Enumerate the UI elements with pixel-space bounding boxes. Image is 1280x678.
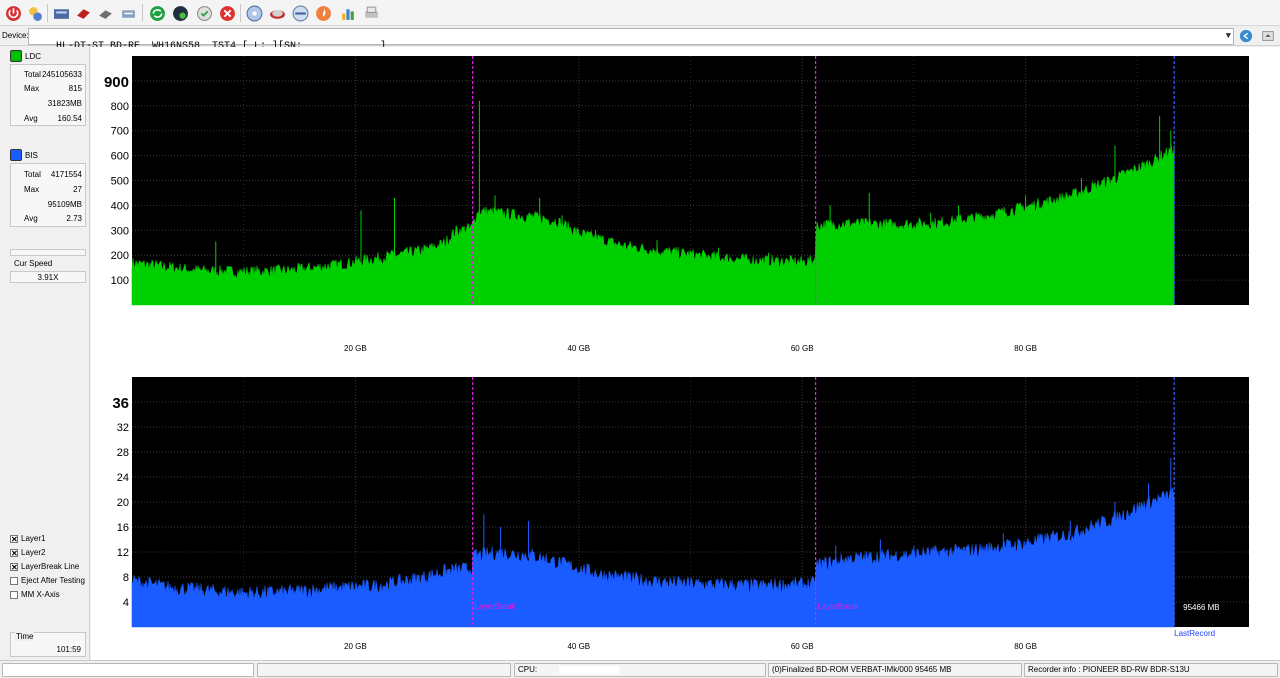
y-tick-label: 900 xyxy=(104,74,129,91)
power-icon[interactable] xyxy=(3,3,23,23)
x-tick-label: 20 GB xyxy=(344,642,367,651)
disc-icon[interactable] xyxy=(244,3,264,23)
print-icon[interactable] xyxy=(361,3,381,23)
left-panel: LDC Total 245105633 Max 815 31823MB Avg 160… xyxy=(0,47,90,660)
cpu-label: CPU: xyxy=(518,665,538,674)
y-tick-label: 32 xyxy=(117,422,129,434)
x-tick-label: 40 GB xyxy=(567,642,590,651)
settings-icon[interactable] xyxy=(25,3,45,23)
bis-legend: BIS xyxy=(10,149,38,161)
layer1-checkbox[interactable]: ✕ Layer1 xyxy=(10,534,45,543)
y-tick-label: 600 xyxy=(111,151,129,163)
y-tick-label: 700 xyxy=(111,126,129,138)
y-tick-label: 24 xyxy=(117,472,129,484)
globe-icon[interactable] xyxy=(170,3,190,23)
status-message xyxy=(2,663,254,677)
erase-icon[interactable] xyxy=(73,3,93,23)
mm-x-axis-checkbox[interactable]: MM X-Axis xyxy=(10,590,60,599)
charts-area: 100 200 300 400 500 600 700 800 900 20 GB 40 GB 60 … xyxy=(91,47,1280,660)
drive-icon[interactable] xyxy=(51,3,71,23)
chevron-down-icon: ▼ xyxy=(1225,31,1231,41)
time-box: Time 101:59 xyxy=(10,632,86,657)
layer-break-label: LayerBreak xyxy=(818,602,860,611)
ldc-legend: LDC xyxy=(10,50,41,62)
disc-info: (0)Finalized BD-ROM VERBAT-IMk/000 95465… xyxy=(768,663,1022,677)
stat-row: Avg 2.73 xyxy=(24,214,82,223)
recorder-info: Recorder info : PIONEER BD-RW BDR-S13U xyxy=(1024,663,1278,677)
x-tick-label: 80 GB xyxy=(1014,642,1037,651)
y-tick-label: 16 xyxy=(117,522,129,534)
charts-svg: 100 200 300 400 500 600 700 800 900 20 GB 40 GB 60 … xyxy=(104,56,1249,651)
stop-icon[interactable] xyxy=(217,3,237,23)
x-tick-label: 80 GB xyxy=(1014,344,1037,353)
device-bar: Device: HL-DT-ST BD-RE WH16NS58 TST4 [ L… xyxy=(0,27,1280,52)
y-tick-label: 36 xyxy=(112,395,129,412)
eject-icon[interactable] xyxy=(1260,28,1276,44)
burn-icon[interactable] xyxy=(95,3,115,23)
y-tick-label: 12 xyxy=(117,547,129,559)
transfer-icon[interactable] xyxy=(118,3,138,23)
ldc-label: LDC xyxy=(25,51,42,61)
ldc-swatch xyxy=(10,50,22,62)
y-tick-label: 300 xyxy=(111,225,129,237)
x-tick-label: 20 GB xyxy=(344,344,367,353)
status-bar: CPU: (0)Finalized BD-ROM VERBAT-IMk/000 … xyxy=(0,660,1280,678)
stat-row: Max 27 xyxy=(24,185,82,194)
y-tick-label: 28 xyxy=(117,447,129,459)
progress-bar xyxy=(10,249,86,256)
y-tick-label: 800 xyxy=(111,101,129,113)
device-select[interactable]: HL-DT-ST BD-RE WH16NS58 TST4 [ L: ][SN: … xyxy=(28,28,1234,52)
x-tick-label: 40 GB xyxy=(567,344,590,353)
checkbox-box: ✕ xyxy=(10,562,18,572)
y-tick-label: 100 xyxy=(111,275,129,287)
stat-row: Total 245105633 xyxy=(24,70,82,79)
layer-break-label: LayerBreak xyxy=(475,602,517,611)
checkbox-box xyxy=(10,590,18,599)
stat-row: Total 4171554 xyxy=(24,170,82,179)
status-progress xyxy=(257,663,511,677)
x-tick-label: 60 GB xyxy=(791,344,814,353)
disc-check-icon[interactable] xyxy=(194,3,214,23)
ldc-stats: Total 245105633 Max 815 31823MB Avg 160.54 xyxy=(10,64,86,126)
disc-scan-icon[interactable] xyxy=(267,3,287,23)
bis-label: BIS xyxy=(25,150,38,160)
speed-label: Cur Speed xyxy=(14,259,53,268)
disc-info-icon[interactable] xyxy=(290,3,310,23)
checkbox-box: ✕ xyxy=(10,534,18,544)
stat-row: Avg 160.54 xyxy=(24,114,82,123)
layerbreak-line-checkbox[interactable]: ✕ LayerBreak Line xyxy=(10,562,79,571)
layer2-checkbox[interactable]: ✕ Layer2 xyxy=(10,548,45,557)
y-tick-label: 20 xyxy=(117,497,129,509)
checkbox-box: ✕ xyxy=(10,548,18,558)
device-label: Device: xyxy=(2,31,29,40)
bis-swatch xyxy=(10,149,22,161)
stat-row: 31823MB xyxy=(47,99,82,108)
eject-after-testing-checkbox[interactable]: Eject After Testing xyxy=(10,576,85,585)
cpu-cell: CPU: xyxy=(514,663,766,677)
last-record-label: LastRecord xyxy=(1174,629,1215,638)
toolbar xyxy=(0,0,1280,26)
stat-row: Max 815 xyxy=(24,84,82,93)
y-tick-label: 200 xyxy=(111,250,129,262)
x-tick-label: 60 GB xyxy=(791,642,814,651)
stat-row: 95109MB xyxy=(47,200,82,209)
bis-stats: Total 4171554 Max 27 95109MB Avg 2.73 xyxy=(10,163,86,227)
refresh-device-icon[interactable] xyxy=(1238,28,1254,44)
refresh-icon[interactable] xyxy=(147,3,167,23)
y-tick-label: 500 xyxy=(111,176,129,188)
y-tick-label: 400 xyxy=(111,200,129,212)
time-label: Time xyxy=(15,632,35,641)
cpu-meter xyxy=(559,665,620,674)
y-tick-label: 8 xyxy=(123,572,129,584)
fire-icon[interactable] xyxy=(313,3,333,23)
capacity-label: 95466 MB xyxy=(1183,603,1219,612)
checkbox-box xyxy=(10,576,18,585)
chart-icon[interactable] xyxy=(338,3,358,23)
time-value: 101:59 xyxy=(56,645,81,654)
speed-value: 3.91X xyxy=(10,271,86,283)
y-tick-label: 4 xyxy=(123,597,129,609)
